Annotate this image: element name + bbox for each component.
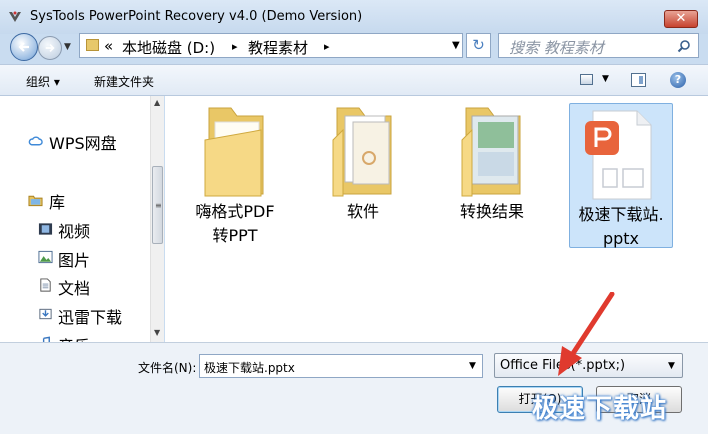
- organize-menu[interactable]: 组织 ▾: [26, 73, 60, 90]
- filename-value[interactable]: 极速下载站.pptx: [204, 359, 295, 376]
- nav-item-library[interactable]: 库: [49, 189, 65, 213]
- download-icon: [39, 308, 52, 320]
- folder-icon: [204, 107, 264, 197]
- arrow-right-icon: [45, 43, 55, 53]
- view-options-dropdown[interactable]: ▼: [602, 74, 609, 84]
- search-input[interactable]: 搜索 教程素材: [498, 33, 699, 58]
- file-item-pptx[interactable]: 极速下载站. pptx: [569, 103, 673, 251]
- file-item-folder[interactable]: 软件: [311, 100, 415, 224]
- file-name-line2: 转PPT: [212, 226, 258, 245]
- refresh-icon: ↻: [472, 36, 485, 54]
- folder-icon: [461, 107, 521, 197]
- help-icon[interactable]: ?: [670, 72, 686, 88]
- command-bar: 组织 ▾ 新建文件夹 ▼ ?: [0, 64, 708, 96]
- refresh-button[interactable]: ↻: [466, 33, 491, 58]
- watermark: 极速下载站: [532, 394, 668, 424]
- back-button[interactable]: [10, 33, 38, 61]
- annotation-arrow: [558, 292, 615, 376]
- change-view-icon[interactable]: [580, 74, 593, 85]
- nav-item-videos[interactable]: 视频: [58, 218, 90, 242]
- file-name: 嗨格式PDF: [195, 202, 275, 221]
- window-title: SysTools PowerPoint Recovery v4.0 (Demo …: [30, 9, 363, 24]
- file-name: 软件: [346, 202, 379, 221]
- nav-item-xunlei-downloads[interactable]: 迅雷下载: [58, 304, 122, 328]
- file-item-folder[interactable]: 嗨格式PDF 转PPT: [183, 100, 287, 248]
- title-bar: SysTools PowerPoint Recovery v4.0 (Demo …: [0, 0, 708, 34]
- folder-icon: [332, 107, 392, 197]
- breadcrumb-overflow[interactable]: «: [104, 37, 113, 55]
- forward-button[interactable]: [38, 36, 62, 60]
- arrow-left-icon: [18, 42, 29, 52]
- breadcrumb-separator[interactable]: ▸: [232, 40, 238, 53]
- search-placeholder: 搜索 教程素材: [509, 39, 604, 57]
- address-bar[interactable]: « 本地磁盘 (D:) ▸ 教程素材 ▸ ▼: [79, 33, 463, 58]
- filename-input[interactable]: 极速下载站.pptx ▼: [199, 354, 483, 378]
- nav-item-wps-cloud[interactable]: WPS网盘: [49, 130, 117, 154]
- video-icon: [38, 223, 53, 235]
- grip-icon: ≡: [155, 201, 162, 210]
- address-dropdown[interactable]: ▼: [452, 40, 460, 51]
- file-name: 转换结果: [459, 202, 524, 221]
- close-button[interactable]: ✕: [664, 10, 698, 28]
- scroll-down-arrow[interactable]: ▼: [154, 328, 160, 337]
- document-icon: [40, 278, 51, 292]
- breadcrumb-drive[interactable]: 本地磁盘 (D:): [122, 37, 215, 58]
- file-item-folder[interactable]: 转换结果: [440, 100, 544, 224]
- breadcrumb-folder[interactable]: 教程素材: [248, 37, 308, 58]
- library-icon: [28, 195, 43, 207]
- new-folder-button[interactable]: 新建文件夹: [94, 73, 154, 90]
- file-name: 极速下载站.: [578, 205, 664, 224]
- preview-pane-icon[interactable]: [631, 73, 646, 87]
- chevron-down-icon[interactable]: ▼: [668, 361, 675, 371]
- nav-item-pictures[interactable]: 图片: [58, 247, 90, 271]
- pptx-file-icon: [585, 110, 652, 200]
- scrollbar-thumb[interactable]: ≡: [152, 166, 163, 244]
- folder-icon: [86, 39, 99, 51]
- cloud-icon: [28, 136, 43, 146]
- filename-label: 文件名(N):: [138, 361, 197, 375]
- app-icon: [9, 11, 21, 22]
- navigation-pane: WPS网盘 库 视频 图片 文档 迅雷下载 音乐: [0, 96, 150, 356]
- filename-dropdown[interactable]: ▼: [469, 361, 476, 371]
- search-icon[interactable]: [677, 39, 691, 53]
- picture-icon: [38, 250, 53, 264]
- breadcrumb-separator[interactable]: ▸: [324, 40, 330, 53]
- scroll-up-arrow[interactable]: ▲: [154, 98, 160, 107]
- file-name-line2: pptx: [602, 229, 640, 248]
- nav-scrollbar[interactable]: ▲ ≡ ▼: [150, 96, 164, 342]
- recent-locations-dropdown[interactable]: ▼: [64, 42, 71, 52]
- nav-item-documents[interactable]: 文档: [58, 275, 90, 299]
